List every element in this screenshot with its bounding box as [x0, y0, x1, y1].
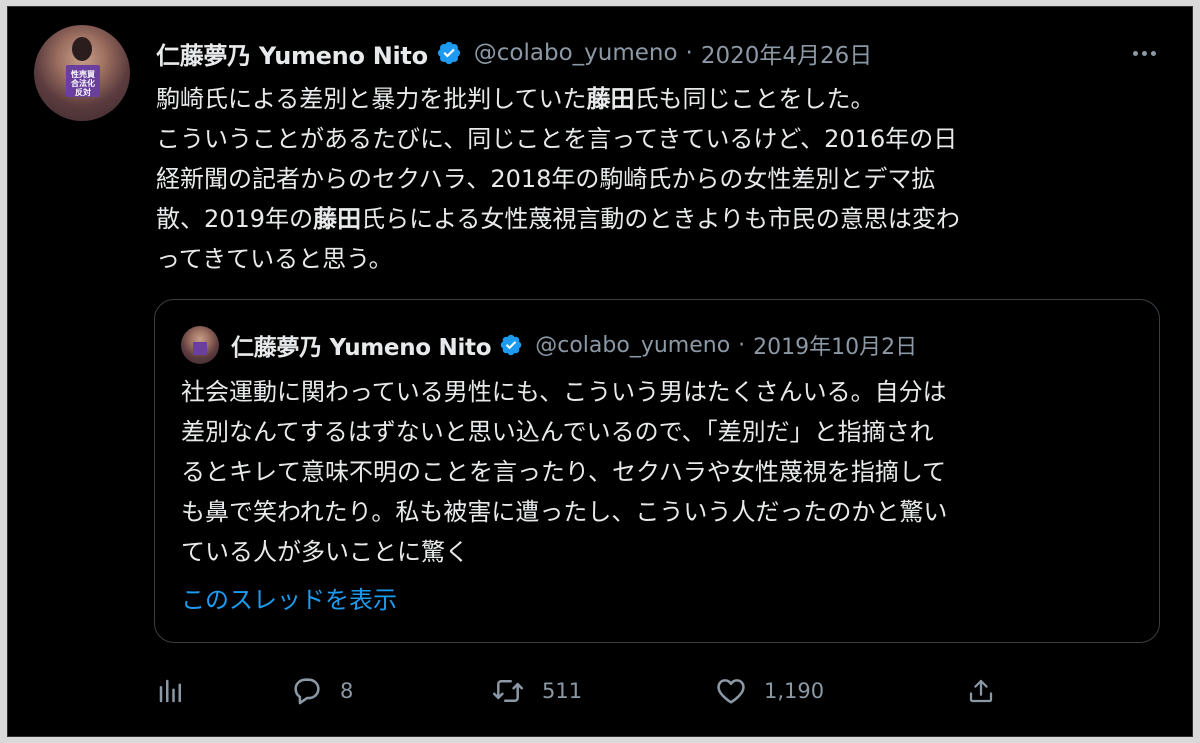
verified-badge-icon: [499, 333, 523, 357]
analytics-icon: [156, 676, 186, 706]
show-thread-link[interactable]: このスレッドを表示: [181, 580, 397, 615]
action-bar: 8 511 1,190: [156, 671, 1156, 711]
quoted-text-line: るとキレて意味不明のことを言ったり、セクハラや女性蔑視を指摘して: [181, 458, 947, 486]
share-button[interactable]: [966, 671, 996, 711]
retweet-icon: [490, 674, 526, 708]
share-icon: [966, 676, 996, 706]
quoted-tweet-header: 仁藤夢乃 Yumeno Nito @colabo_yumeno · 2019年1…: [231, 326, 917, 364]
author-handle[interactable]: @colabo_yumeno: [474, 40, 678, 66]
reply-count: 8: [340, 679, 354, 703]
quoted-text-line: 社会運動に関わっている男性にも、こういう男はたくさんいる。自分は: [181, 378, 947, 406]
quoted-text-line: も鼻で笑われたり。私も被害に遭ったし、こういう人だったのかと驚い: [181, 498, 948, 526]
author-avatar[interactable]: 性売買 合法化 反対: [34, 25, 130, 121]
like-count: 1,190: [764, 679, 825, 703]
verified-badge-icon: [436, 40, 462, 66]
quoted-author-handle: @colabo_yumeno: [535, 332, 731, 358]
tweet-text-line: 散、2019年の藤田氏らによる女性蔑視言動のときよりも市民の意思は変わ: [156, 205, 960, 233]
quoted-tweet[interactable]: 仁藤夢乃 Yumeno Nito @colabo_yumeno · 2019年1…: [154, 299, 1160, 643]
tweet-text-line: 駒崎氏による差別と暴力を批判していた藤田氏も同じことをした。: [156, 85, 875, 113]
retweet-count: 511: [542, 679, 583, 703]
reply-button[interactable]: 8: [290, 671, 353, 711]
quoted-text-line: ている人が多いことに驚く: [181, 538, 469, 566]
analytics-button[interactable]: [156, 671, 186, 711]
separator-dot: ·: [738, 332, 746, 358]
quoted-tweet-text: 社会運動に関わっている男性にも、こういう男はたくさんいる。自分は 差別なんてする…: [181, 372, 1141, 572]
separator-dot: ·: [685, 40, 693, 66]
more-options-icon[interactable]: [1124, 39, 1164, 67]
tweet-header: 仁藤夢乃 Yumeno Nito @colabo_yumeno · 2020年4…: [156, 35, 872, 71]
tweet-text: 駒崎氏による差別と暴力を批判していた藤田氏も同じことをした。 こういうことがある…: [156, 79, 1156, 279]
tweet-date[interactable]: 2020年4月26日: [701, 36, 872, 70]
quoted-author-display-name: 仁藤夢乃 Yumeno Nito: [231, 335, 492, 361]
tweet-text-line: 経新聞の記者からのセクハラ、2018年の駒崎氏からの女性差別とデマ拡: [156, 165, 936, 193]
avatar-sign: 性売買 合法化 反対: [66, 65, 100, 97]
reply-icon: [290, 674, 324, 708]
quoted-tweet-date: 2019年10月2日: [753, 335, 918, 360]
quoted-author-avatar: [181, 326, 219, 364]
tweet-text-line: ってきていると思う。: [156, 245, 393, 273]
avatar-head: [72, 37, 92, 61]
like-button[interactable]: 1,190: [714, 671, 824, 711]
author-display-name[interactable]: 仁藤夢乃 Yumeno Nito: [156, 36, 428, 71]
tweet-text-line: こういうことがあるたびに、同じことを言ってきているけど、2016年の日: [156, 125, 958, 153]
like-icon: [714, 674, 748, 708]
retweet-button[interactable]: 511: [490, 671, 582, 711]
tweet-card: 性売買 合法化 反対 仁藤夢乃 Yumeno Nito @colabo_yumeno…: [7, 6, 1193, 737]
quoted-text-line: 差別なんてするはずないと思い込んでいるので、「差別だ」と指摘され: [181, 418, 934, 446]
